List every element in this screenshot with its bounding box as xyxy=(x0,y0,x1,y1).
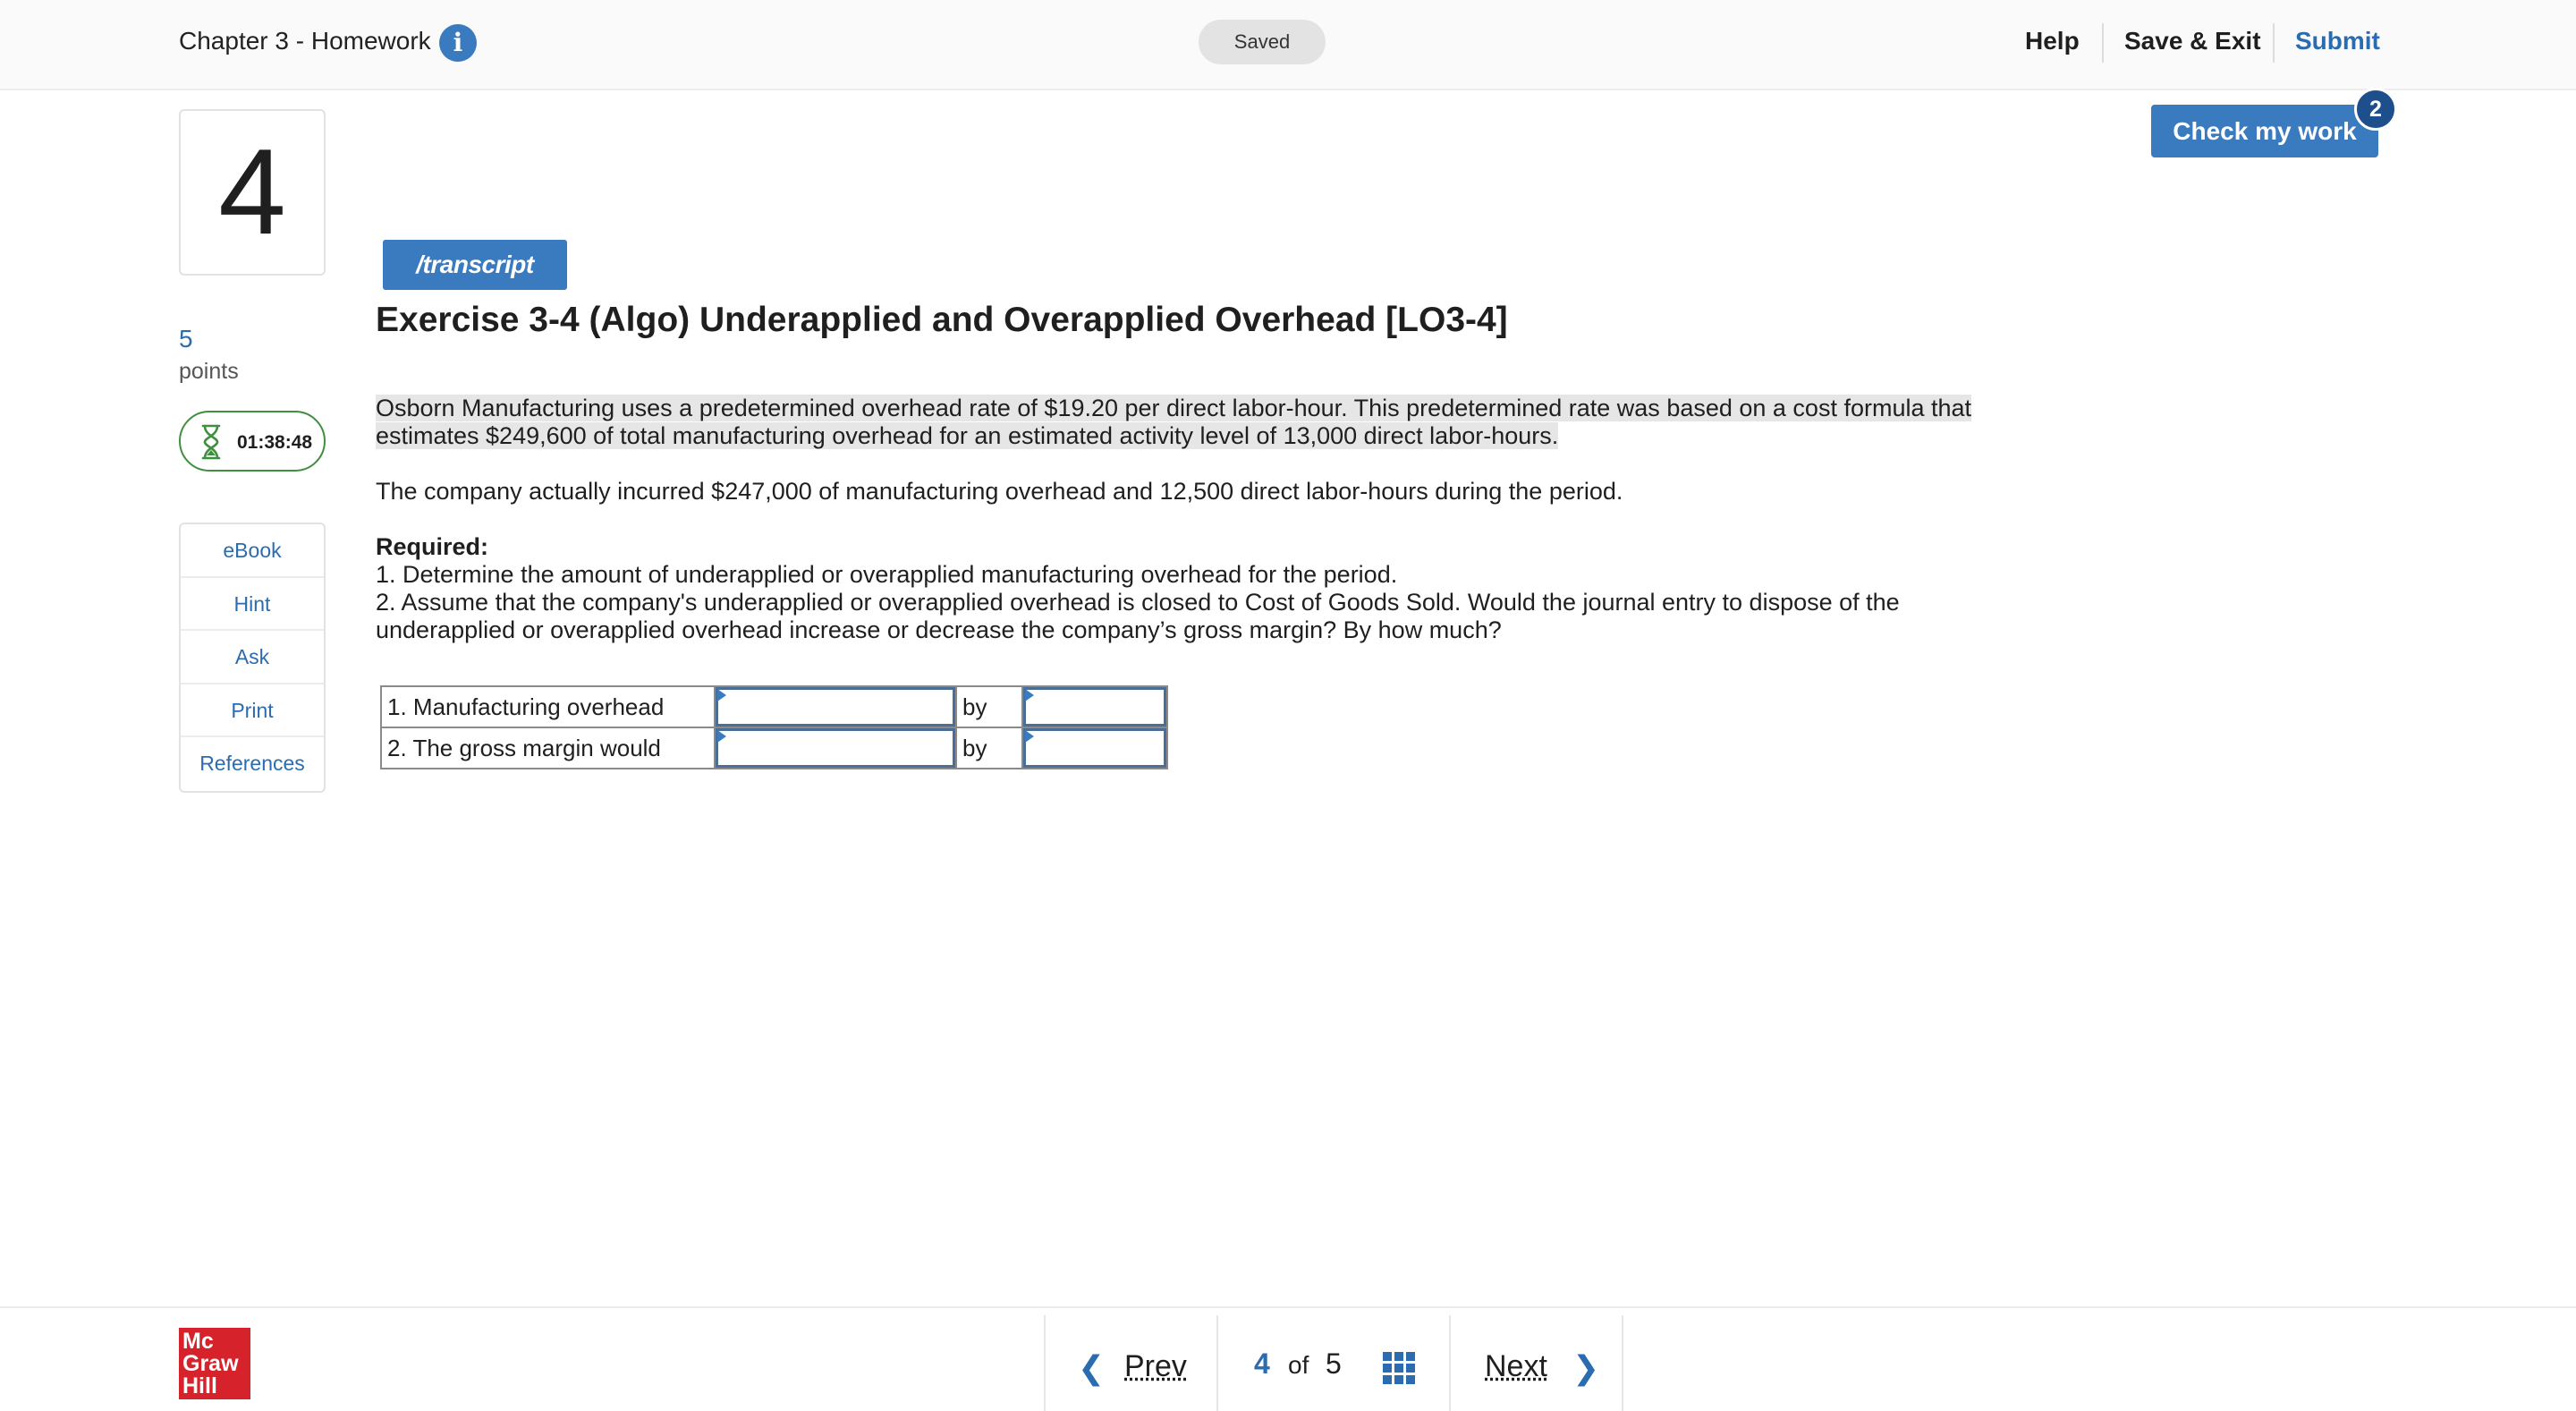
header-divider xyxy=(2102,23,2104,63)
total-pages: 5 xyxy=(1326,1347,1342,1380)
save-exit-button[interactable]: Save & Exit xyxy=(2124,27,2261,55)
logo-text: Graw xyxy=(182,1351,239,1376)
logo-text: Hill xyxy=(182,1373,217,1398)
problem-paragraph: Osborn Manufacturing uses a predetermine… xyxy=(376,395,1972,450)
exercise-title: Exercise 3-4 (Algo) Underapplied and Ove… xyxy=(376,301,1508,339)
question-grid-icon[interactable] xyxy=(1383,1352,1415,1384)
page-of-label: of xyxy=(1288,1351,1309,1379)
help-link[interactable]: Help xyxy=(2025,27,2080,55)
check-attempts-badge: 2 xyxy=(2354,88,2397,131)
requirement-1: 1. Determine the amount of underapplied … xyxy=(376,561,1398,588)
chevron-left-icon: ❮ xyxy=(1078,1349,1106,1386)
problem-line: estimates $249,600 of total manufacturin… xyxy=(376,422,1559,449)
info-icon[interactable]: i xyxy=(439,24,477,62)
prev-button[interactable]: ❮ Prev xyxy=(1044,1315,1216,1411)
problem-line: Osborn Manufacturing uses a predetermine… xyxy=(376,395,1972,421)
input-marker-icon xyxy=(1025,689,1034,701)
ask-button[interactable]: Ask xyxy=(181,631,324,684)
mcgraw-hill-logo: Mc Graw Hill xyxy=(179,1328,250,1399)
question-pager: ❮ Prev 4 of 5 Next ❯ xyxy=(1044,1315,1623,1411)
transcript-button[interactable]: /transcript xyxy=(383,240,567,290)
table-row: 1. Manufacturing overhead by xyxy=(380,685,1168,728)
question-number: 4 xyxy=(218,123,286,259)
points-value: 5 xyxy=(179,325,193,353)
dropdown-marker-icon xyxy=(717,689,726,701)
next-button[interactable]: Next ❯ xyxy=(1449,1315,1623,1411)
prev-label: Prev xyxy=(1124,1349,1187,1383)
requirement-2-cont: underapplied or overapplied overhead inc… xyxy=(376,616,1502,643)
overhead-dropdown[interactable] xyxy=(716,687,955,727)
check-my-work-button[interactable]: Check my work xyxy=(2151,105,2378,157)
saved-status-badge: Saved xyxy=(1199,20,1326,64)
references-button[interactable]: References xyxy=(181,737,324,791)
overhead-amount-input[interactable] xyxy=(1023,687,1166,727)
hint-button[interactable]: Hint xyxy=(181,578,324,632)
gross-margin-amount-cell xyxy=(1021,727,1168,769)
timer-text: 01:38:48 xyxy=(237,432,313,453)
ebook-button[interactable]: eBook xyxy=(181,524,324,578)
gross-margin-dropdown-cell xyxy=(714,727,957,769)
logo-text: Mc xyxy=(182,1329,214,1354)
row-label: 2. The gross margin would xyxy=(380,727,716,769)
bottom-navigation: Mc Graw Hill ❮ Prev 4 of 5 Next ❯ xyxy=(0,1306,2576,1411)
next-label: Next xyxy=(1485,1349,1547,1383)
gross-margin-dropdown[interactable] xyxy=(716,728,955,768)
answer-table: 1. Manufacturing overhead by 2. The gros… xyxy=(380,685,1168,769)
by-label: by xyxy=(955,685,1023,728)
chevron-right-icon: ❯ xyxy=(1572,1349,1600,1386)
current-page: 4 xyxy=(1254,1347,1270,1380)
tools-menu: eBook Hint Ask Print References xyxy=(179,523,326,793)
top-header: Chapter 3 - Homework i Saved Help Save &… xyxy=(0,0,2576,90)
by-label: by xyxy=(955,727,1023,769)
input-marker-icon xyxy=(1025,730,1034,743)
question-number-card: 4 xyxy=(179,109,326,276)
hourglass-icon xyxy=(201,424,221,460)
overhead-dropdown-cell xyxy=(714,685,957,728)
submit-button[interactable]: Submit xyxy=(2295,27,2380,55)
required-label: Required: xyxy=(376,533,489,560)
required-section: Required: 1. Determine the amount of und… xyxy=(376,533,1900,644)
dropdown-marker-icon xyxy=(717,730,726,743)
assignment-title: Chapter 3 - Homework xyxy=(179,27,431,55)
header-divider xyxy=(2273,23,2275,63)
actual-costs-paragraph: The company actually incurred $247,000 o… xyxy=(376,478,1623,505)
gross-margin-amount-input[interactable] xyxy=(1023,728,1166,768)
print-button[interactable]: Print xyxy=(181,684,324,738)
row-label: 1. Manufacturing overhead xyxy=(380,685,716,728)
points-label: points xyxy=(179,359,239,384)
requirement-2: 2. Assume that the company's underapplie… xyxy=(376,589,1900,616)
timer-badge: 01:38:48 xyxy=(179,411,326,472)
table-row: 2. The gross margin would by xyxy=(380,727,1168,769)
overhead-amount-cell xyxy=(1021,685,1168,728)
page-indicator: 4 of 5 xyxy=(1216,1315,1449,1411)
